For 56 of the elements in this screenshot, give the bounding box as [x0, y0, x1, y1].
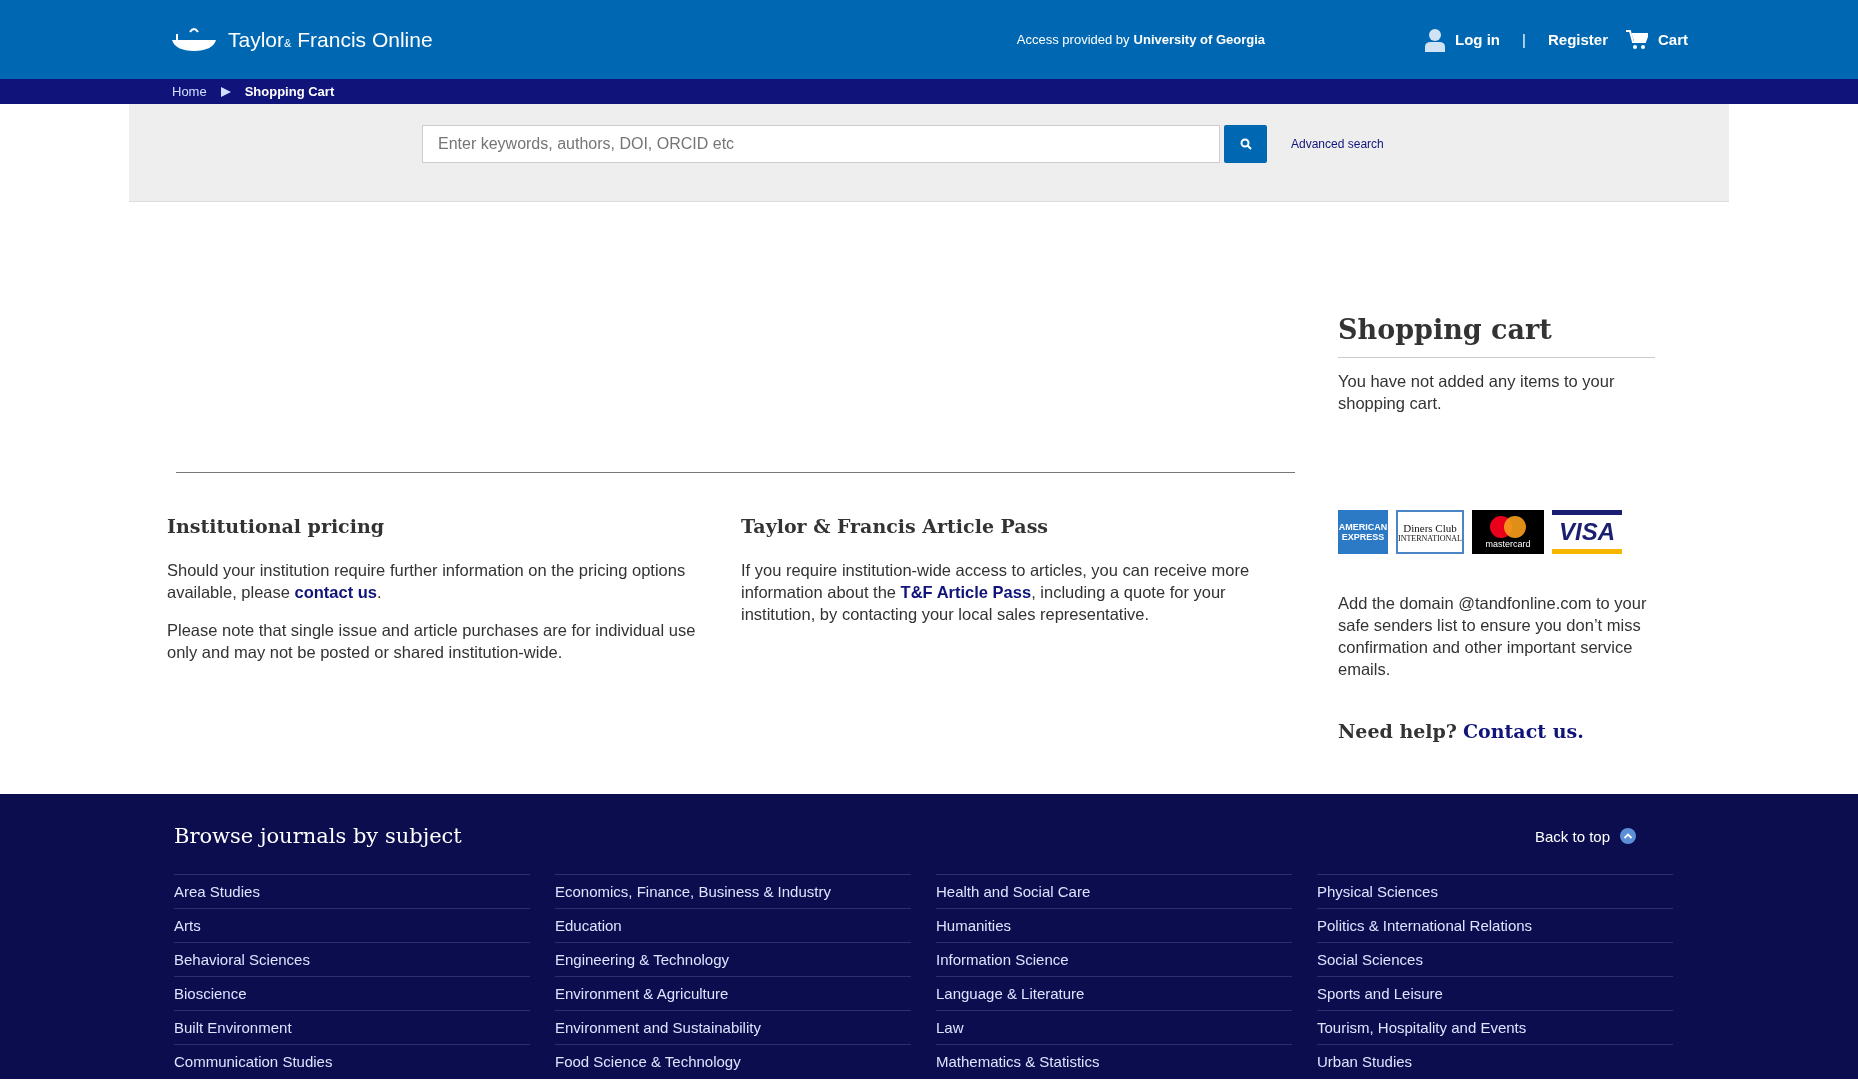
payment-card-logo: VISA: [1552, 510, 1622, 554]
chevron-up-icon: [1620, 828, 1636, 844]
cart-link[interactable]: Cart: [1626, 29, 1688, 50]
empty-cart-message: You have not added any items to your shopping cart.: [1338, 371, 1616, 414]
payment-card-logo: mastercard: [1472, 510, 1544, 554]
current-page-label: Shopping Cart: [244, 84, 335, 99]
search-button[interactable]: [1224, 125, 1267, 163]
subject-link[interactable]: Physical Sciences: [1317, 874, 1673, 908]
breadcrumb-link[interactable]: Home: [172, 84, 207, 99]
paragraph: Should your institution require further information on the pricing options available, please contact us.: [167, 560, 687, 603]
payment-card-logo: AMERICAN EXPRESS: [1338, 510, 1388, 554]
subject-link[interactable]: Health and Social Care: [936, 874, 1292, 908]
subject-link[interactable]: Communication Studies: [174, 1044, 530, 1078]
payment-card-logo: Diners Club INTERNATIONAL: [1396, 510, 1464, 554]
subject-link[interactable]: Environment & Agriculture: [555, 976, 911, 1010]
subject-link[interactable]: Information Science: [936, 942, 1292, 976]
contact-link[interactable]: Contact us.: [1463, 720, 1584, 742]
subject-link[interactable]: Engineering & Technology: [555, 942, 911, 976]
subject-link[interactable]: Law: [936, 1010, 1292, 1044]
subject-link[interactable]: Bioscience: [174, 976, 530, 1010]
subject-link[interactable]: Social Sciences: [1317, 942, 1673, 976]
advanced-search-link[interactable]: Advanced search: [1291, 137, 1384, 151]
login-link[interactable]: Log in: [1425, 27, 1501, 52]
subject-link[interactable]: Area Studies: [174, 874, 530, 908]
subject-link[interactable]: Behavioral Sciences: [174, 942, 530, 976]
section-heading: Institutional pricing: [167, 515, 385, 537]
search-field[interactable]: Enter keywords, authors, DOI, ORCID etc: [422, 125, 1220, 163]
footer-heading: Browse journals by subject: [174, 824, 462, 848]
subject-link[interactable]: Economics, Finance, Business & Industry: [555, 874, 911, 908]
subject-link[interactable]: Mathematics & Statistics: [936, 1044, 1292, 1078]
section-heading: Taylor & Francis Article Pass: [741, 515, 1050, 537]
subject-link[interactable]: Tourism, Hospitality and Events: [1317, 1010, 1673, 1044]
triangle-icon: [220, 86, 231, 97]
access-notice: Access provided by University of Georgia: [1016, 32, 1266, 47]
cart-icon: [1626, 29, 1648, 50]
subject-link[interactable]: Education: [555, 908, 911, 942]
user-icon: [1425, 27, 1446, 52]
subject-link[interactable]: Urban Studies: [1317, 1044, 1673, 1078]
subject-link[interactable]: Language & Literature: [936, 976, 1292, 1010]
subject-link[interactable]: Built Environment: [174, 1010, 530, 1044]
subject-link[interactable]: Arts: [174, 908, 530, 942]
subject-link[interactable]: Food Science & Technology: [555, 1044, 911, 1078]
register-link[interactable]: Register: [1547, 31, 1608, 48]
safe-senders-note: Add the domain @tandfonline.com to your safe senders list to ensure you don’t miss confirmation and other important service emails.: [1338, 593, 1648, 680]
help-label: Need help?: [1338, 720, 1457, 742]
cart-heading: Shopping cart: [1338, 314, 1655, 358]
back-to-top-link[interactable]: Back to top: [1534, 827, 1636, 845]
link-separator: |: [1522, 31, 1526, 48]
paragraph: Please note that single issue and article purchases are for individual use only and may not be posted or shared institution-wide.: [167, 620, 697, 663]
search-icon: [1239, 138, 1252, 150]
subject-link[interactable]: Sports and Leisure: [1317, 976, 1673, 1010]
paragraph: If you require institution-wide access to articles, you can receive more information about the T&F Article Pass, including a quote for your institution, by contacting your local sales representative.: [741, 560, 1251, 625]
subject-link[interactable]: Politics & International Relations: [1317, 908, 1673, 942]
subject-link[interactable]: Environment and Sustainability: [555, 1010, 911, 1044]
subject-link[interactable]: Humanities: [936, 908, 1292, 942]
site-logo[interactable]: Taylor& Francis Online: [170, 25, 433, 54]
